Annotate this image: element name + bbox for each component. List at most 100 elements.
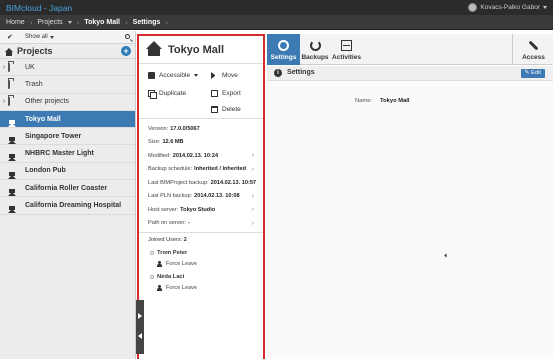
chevron-down-icon [543, 6, 547, 9]
name-value: Tokyo Mall [380, 98, 410, 104]
building-icon [8, 150, 16, 162]
breadcrumb-page: Settings [132, 19, 161, 26]
edit-button[interactable]: ✎ Edit [520, 69, 545, 78]
prop-size: Size: 12.6 MB [139, 136, 263, 150]
tab-label: Activities [332, 54, 361, 61]
projects-header: Projects + [0, 44, 135, 59]
accessible-label: Accessible [159, 72, 191, 79]
prop-label: Last PLN backup: [148, 193, 193, 200]
breadcrumb-home[interactable]: Home [6, 19, 25, 26]
breadcrumb-projects[interactable]: Projects [37, 19, 62, 26]
settings-header: i Settings ✎ Edit [267, 66, 553, 81]
joined-users-count: 2 [183, 237, 187, 243]
panel-collapse-handle[interactable] [136, 300, 144, 354]
force-leave-label: Force Leave [166, 285, 198, 291]
move-label: Move [222, 72, 238, 79]
joined-users-header: Joined Users: 2 [139, 237, 263, 243]
prop-value: Inherited / Inherited [194, 166, 247, 173]
prop-last-bimproject-backup[interactable]: Last BIMProject backup: 2014.02.13. 10:5… [139, 176, 263, 190]
sidebar-toolbar: ✔ Show all [0, 31, 135, 44]
prop-label: Host server: [148, 206, 179, 213]
tab-bar: Settings Backups Activities Access [267, 34, 553, 65]
folder-icon [8, 79, 10, 89]
move-button[interactable]: Move [211, 72, 238, 79]
prop-last-pln-backup[interactable]: Last PLN backup: 2014.02.13. 10:08 › [139, 190, 263, 204]
prop-label: Path on server: [148, 220, 186, 227]
prop-label: Version: [148, 125, 169, 132]
sidebar-item-label: California Dreaming Hospital [25, 202, 122, 210]
settings-content: i Settings ✎ Edit Name: Tokyo Mall [267, 66, 553, 359]
accessible-toggle[interactable]: Accessible [148, 72, 199, 79]
export-button[interactable]: Export [211, 90, 241, 97]
sidebar-item-trash[interactable]: Trash [0, 76, 135, 94]
joined-user: Trom Peter [139, 250, 263, 256]
export-icon [211, 90, 218, 97]
tab-settings[interactable]: Settings [267, 34, 300, 65]
prop-value: 2014.02.13. 10:24 [172, 152, 219, 159]
project-actions: Accessible Move Duplicate Export Delete [139, 64, 263, 119]
prop-host-server[interactable]: Host server: Tokyo Studio › [139, 203, 263, 217]
user-menu[interactable]: Kovacs-Palko Gabor [468, 3, 547, 12]
folder-icon [8, 62, 10, 72]
prop-modified[interactable]: Modified: 2014.02.13. 10:24 › [139, 149, 263, 163]
sidebar-item-california-dreaming-hospital[interactable]: California Dreaming Hospital [0, 197, 135, 215]
divider [512, 34, 513, 65]
chevron-right-icon[interactable]: › [3, 98, 5, 105]
project-properties: Version: 17.0.0/5067 Size: 12.6 MB Modif… [139, 122, 263, 230]
sidebar-item-label: UK [25, 63, 35, 71]
sidebar-item-london-pub[interactable]: London Pub [0, 163, 135, 181]
brand-title[interactable]: BIMcloud - Japan [6, 3, 72, 13]
chevron-right-icon[interactable]: › [3, 64, 5, 71]
sidebar-item-tokyo-mall[interactable]: Tokyo Mall [0, 110, 135, 129]
gear-icon [278, 40, 289, 51]
tab-access[interactable]: Access [517, 34, 550, 65]
sidebar-item-uk[interactable]: › UK [0, 59, 135, 77]
expand-icon[interactable] [138, 313, 142, 319]
building-icon [8, 167, 16, 179]
joined-users-label: Joined Users: [148, 237, 183, 243]
chevron-right-icon: › [251, 179, 254, 187]
move-icon [211, 72, 218, 79]
tab-activities[interactable]: Activities [330, 34, 363, 65]
search-icon[interactable] [125, 34, 130, 39]
sidebar-item-label: California Roller Coaster [25, 184, 108, 192]
prop-value: 12.6 MB [162, 139, 184, 146]
duplicate-label: Duplicate [159, 90, 187, 97]
force-leave-label: Force Leave [166, 261, 198, 267]
sidebar-item-singapore-tower[interactable]: Singapore Tower [0, 128, 135, 146]
sidebar-item-label: Other projects [25, 98, 69, 106]
delete-label: Delete [222, 106, 241, 113]
collapse-icon[interactable] [138, 333, 142, 339]
joined-user-name: Trom Peter [157, 250, 188, 256]
add-project-button[interactable]: + [121, 46, 131, 56]
projects-title: Projects [17, 46, 53, 56]
chevron-down-icon [49, 35, 54, 39]
tab-backups[interactable]: Backups [300, 34, 330, 65]
user-status-icon [150, 275, 154, 279]
prop-value: 2014.02.13. 10:57 [210, 179, 257, 186]
export-label: Export [222, 90, 241, 97]
duplicate-button[interactable]: Duplicate [148, 90, 187, 99]
folder-icon [8, 97, 10, 107]
sidebar-item-california-roller-coaster[interactable]: California Roller Coaster [0, 180, 135, 198]
building-icon [8, 202, 16, 214]
user-name: Kovacs-Palko Gabor [480, 4, 540, 11]
show-all-filter[interactable]: Show all [25, 34, 54, 40]
sidebar-item-nhbrc-master-light[interactable]: NHBRC Master Light [0, 145, 135, 163]
breadcrumb-current[interactable]: Tokyo Mall [84, 19, 120, 26]
prop-backup-schedule[interactable]: Backup schedule: Inherited / Inherited › [139, 163, 263, 177]
joined-user-name: Néda Laci [157, 274, 185, 280]
delete-button[interactable]: Delete [211, 106, 241, 113]
force-leave-button[interactable]: Force Leave [139, 261, 263, 267]
force-leave-button[interactable]: Force Leave [139, 285, 263, 291]
joined-user: Néda Laci [139, 274, 263, 280]
chevron-right-icon: › [76, 18, 80, 27]
avatar [468, 3, 478, 12]
chevron-down-icon[interactable] [67, 21, 72, 24]
panel-header: Tokyo Mall [139, 36, 263, 64]
check-icon[interactable]: ✔ [7, 33, 13, 41]
sidebar-item-other-projects[interactable]: › Other projects [0, 94, 135, 111]
prop-path-on-server[interactable]: Path on server: - › [139, 217, 263, 231]
tab-label: Access [522, 54, 545, 61]
activity-icon [341, 40, 352, 51]
